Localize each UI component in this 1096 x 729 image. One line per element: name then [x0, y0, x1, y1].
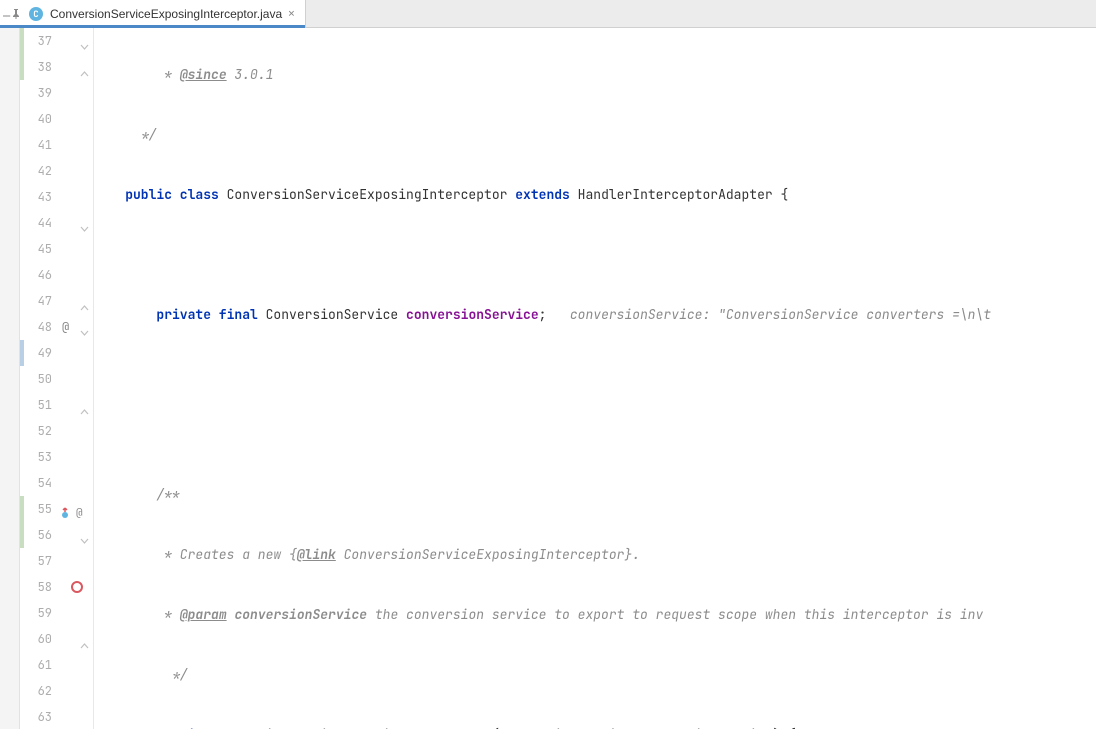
gutter-icon-slot[interactable] [60, 522, 93, 548]
line-number[interactable]: 63 [24, 704, 60, 729]
gutter-icon-slot[interactable] [60, 470, 93, 496]
line-number[interactable]: 38 [24, 54, 60, 80]
line-number[interactable]: 41 [24, 132, 60, 158]
gutter-icon-slot[interactable] [60, 600, 93, 626]
editor-tab[interactable]: C ConversionServiceExposingInterceptor.j… [0, 0, 306, 27]
line-number[interactable]: 51 [24, 392, 60, 418]
spring-bean-icon[interactable]: @ [62, 314, 69, 340]
line-number[interactable]: 37 [24, 28, 60, 54]
gutter-icon-slot[interactable] [60, 132, 93, 158]
gutter-icon-slot[interactable] [60, 288, 93, 314]
line-number[interactable]: 44 [24, 210, 60, 236]
gutter-icon-slot[interactable] [60, 626, 93, 652]
line-number[interactable]: 57 [24, 548, 60, 574]
gutter-icon-slot[interactable] [60, 262, 93, 288]
gutter-icon-slot[interactable] [60, 444, 93, 470]
line-number-gutter[interactable]: 3738394041424344454647484950515253545556… [24, 28, 60, 729]
line-number[interactable]: 59 [24, 600, 60, 626]
line-number[interactable]: 42 [24, 158, 60, 184]
gutter-icon-slot[interactable] [60, 704, 93, 729]
gutter-icon-slot[interactable] [60, 106, 93, 132]
line-number[interactable]: 53 [24, 444, 60, 470]
java-class-icon: C [28, 6, 44, 22]
gutter-icon-slot[interactable] [60, 54, 93, 80]
gutter-icon-slot[interactable] [60, 652, 93, 678]
line-number[interactable]: 52 [24, 418, 60, 444]
gutter-icon-slot[interactable] [60, 366, 93, 392]
gutter-icon-slot[interactable]: @ [60, 496, 93, 522]
line-number[interactable]: 49 [24, 340, 60, 366]
tab-bar: C ConversionServiceExposingInterceptor.j… [0, 0, 1096, 28]
gutter-icon-slot[interactable] [60, 28, 93, 54]
gutter-icon-slot[interactable] [60, 548, 93, 574]
line-number[interactable]: 60 [24, 626, 60, 652]
icon-gutter[interactable]: @ @ [60, 28, 94, 729]
gutter-icon-slot[interactable] [60, 184, 93, 210]
line-number[interactable]: 43 [24, 184, 60, 210]
gutter-icon-slot[interactable] [60, 158, 93, 184]
line-number[interactable]: 62 [24, 678, 60, 704]
gutter-icon-slot[interactable] [60, 678, 93, 704]
line-number[interactable]: 56 [24, 522, 60, 548]
line-number[interactable]: 50 [24, 366, 60, 392]
line-number[interactable]: 54 [24, 470, 60, 496]
gutter-icon-slot[interactable] [60, 340, 93, 366]
breakpoint-icon[interactable] [71, 581, 83, 593]
gutter-icon-slot[interactable] [60, 574, 93, 600]
pin-icon [10, 8, 22, 20]
line-number[interactable]: 58 [24, 574, 60, 600]
line-number[interactable]: 45 [24, 236, 60, 262]
editor: — 37383940414243444546474849505152535455… [0, 28, 1096, 729]
tab-title: ConversionServiceExposingInterceptor.jav… [50, 7, 282, 21]
line-number[interactable]: 39 [24, 80, 60, 106]
line-number[interactable]: 40 [24, 106, 60, 132]
left-strip: — [0, 28, 20, 729]
gutter-icon-slot[interactable]: @ [60, 314, 93, 340]
gutter-icon-slot[interactable] [60, 80, 93, 106]
code-area[interactable]: * @since 3.0.1 */ public class Conversio… [94, 28, 1096, 729]
line-number[interactable]: 47 [24, 288, 60, 314]
gutter-icon-slot[interactable] [60, 236, 93, 262]
close-icon[interactable]: ✕ [288, 7, 295, 21]
line-number[interactable]: 61 [24, 652, 60, 678]
gutter-icon-slot[interactable] [60, 210, 93, 236]
gutter-icon-slot[interactable] [60, 392, 93, 418]
gutter-icon-slot[interactable] [60, 418, 93, 444]
line-number[interactable]: 48 [24, 314, 60, 340]
line-number[interactable]: 55 [24, 496, 60, 522]
vcs-strip [20, 28, 24, 729]
line-number[interactable]: 46 [24, 262, 60, 288]
